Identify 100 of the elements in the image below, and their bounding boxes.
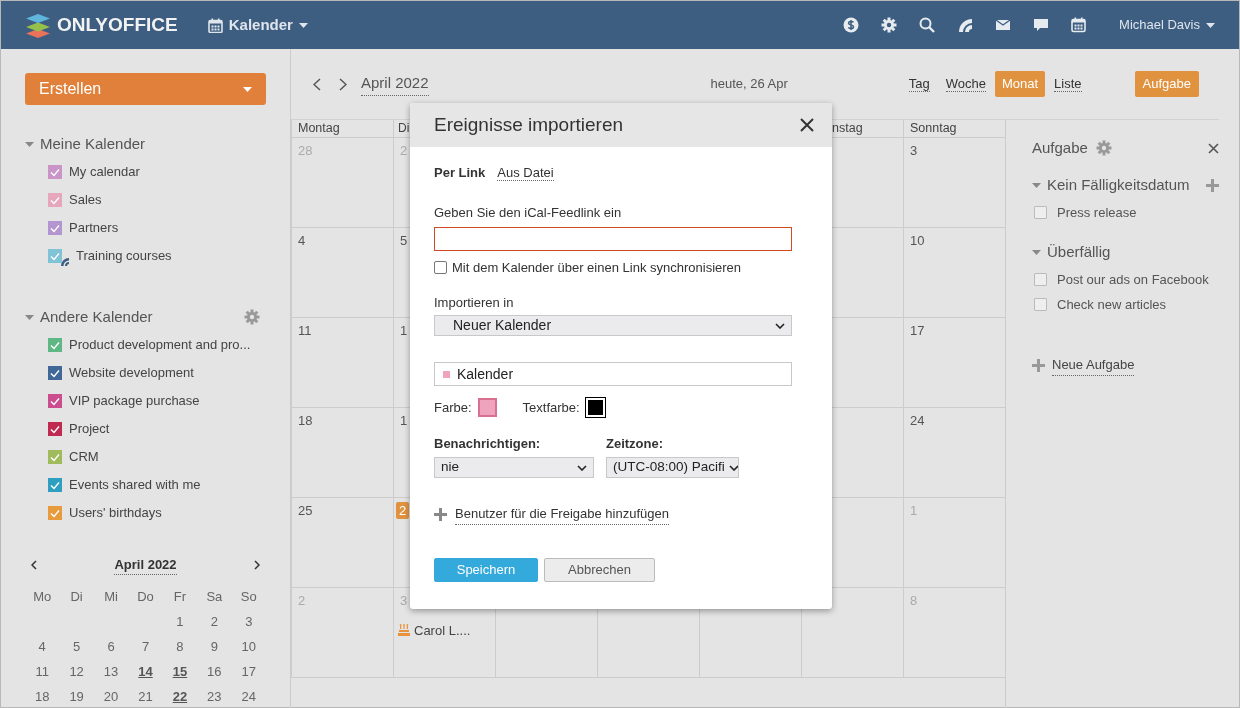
url-input-field[interactable] — [434, 227, 792, 251]
view-tab[interactable]: Tag — [901, 71, 937, 97]
task-checkbox[interactable] — [1034, 206, 1047, 219]
dialog-tab[interactable]: Aus Datei — [497, 165, 554, 180]
chevron-left-icon[interactable] — [313, 77, 321, 91]
calendar-name[interactable]: My calendar — [69, 162, 140, 182]
day-cell[interactable]: 17 — [903, 318, 1005, 408]
add-icon[interactable] — [1032, 358, 1045, 372]
new-task-link[interactable]: Neue Aufgabe — [1052, 355, 1135, 376]
mini-day[interactable]: 23 — [207, 689, 222, 704]
search-icon[interactable] — [919, 17, 936, 33]
caret-down-icon[interactable] — [25, 139, 34, 149]
calendar-name[interactable]: Sales — [69, 190, 102, 210]
view-tab[interactable]: Liste — [1047, 71, 1089, 97]
calendar-checkbox[interactable] — [48, 338, 62, 352]
mini-day[interactable]: 3 — [245, 614, 253, 629]
checkbox-label[interactable]: Mit dem Kalender über einen Link synchronisieren — [452, 258, 742, 278]
mini-day[interactable]: 2 — [210, 614, 218, 629]
view-tab[interactable]: Woche — [938, 71, 993, 97]
mini-day[interactable]: 1 — [176, 614, 184, 629]
mini-day[interactable]: 14 — [138, 664, 153, 679]
close-icon[interactable] — [800, 118, 814, 132]
day-cell[interactable]: 18 — [291, 408, 393, 498]
day-number[interactable]: 5 — [400, 233, 408, 248]
caret-down-icon[interactable] — [25, 312, 34, 322]
mini-day[interactable]: 21 — [138, 689, 153, 704]
caret-down-icon[interactable] — [1032, 247, 1041, 257]
mini-day[interactable]: 18 — [34, 689, 50, 704]
mini-day[interactable]: 22 — [172, 689, 188, 704]
mini-day[interactable]: 10 — [241, 639, 256, 654]
add-icon[interactable] — [1206, 178, 1219, 192]
today-link[interactable]: heute, 26 Apr — [598, 74, 900, 94]
mini-day[interactable]: 7 — [141, 639, 150, 654]
calendar-checkbox[interactable] — [48, 478, 62, 492]
group-title[interactable]: Kein Fälligkeitsdatum — [1047, 173, 1190, 197]
mini-day[interactable]: 11 — [35, 664, 49, 679]
event-title[interactable]: Carol L.... — [414, 620, 471, 640]
task-label[interactable]: Check new articles — [1057, 294, 1167, 315]
day-cell[interactable]: 10 — [903, 228, 1005, 318]
module-menu[interactable]: Kalender — [207, 13, 308, 37]
mini-day[interactable]: 6 — [107, 639, 115, 654]
mini-day[interactable]: 4 — [38, 639, 46, 654]
task-checkbox[interactable] — [1034, 273, 1047, 286]
calendar-name[interactable]: Events shared with me — [69, 475, 201, 495]
calendar-checkbox[interactable] — [48, 221, 62, 235]
day-cell[interactable]: 4 — [291, 228, 393, 318]
mini-day[interactable]: 12 — [69, 664, 84, 679]
day-number[interactable]: 24 — [910, 413, 925, 428]
add-icon[interactable] — [434, 507, 447, 521]
day-number[interactable]: 11 — [298, 323, 312, 338]
color-swatch[interactable] — [477, 398, 497, 418]
dialog-tab[interactable]: Per Link — [434, 165, 486, 180]
calendar-checkbox[interactable] — [48, 450, 62, 464]
mini-day[interactable]: 15 — [172, 664, 188, 679]
calendar-name[interactable]: Training courses — [76, 246, 172, 266]
mini-day[interactable]: 8 — [176, 639, 184, 654]
task-label[interactable]: Post our ads on Facebook — [1057, 269, 1209, 290]
sync-checkbox[interactable] — [434, 261, 447, 275]
calendar-checkbox[interactable] — [48, 506, 62, 520]
calendar-icon[interactable] — [1071, 17, 1088, 33]
day-number[interactable]: 3 — [910, 143, 918, 158]
day-cell[interactable]: 3 — [903, 138, 1005, 228]
chat-icon[interactable] — [1033, 17, 1050, 33]
select-field[interactable]: nie — [434, 457, 594, 478]
calendar-checkbox[interactable] — [48, 394, 62, 408]
group-title[interactable]: Überfällig — [1047, 240, 1111, 264]
calendar-name[interactable]: Users' birthdays — [69, 503, 162, 523]
mini-day[interactable]: 20 — [103, 689, 119, 704]
calendar-name-field[interactable]: Kalender — [434, 362, 792, 386]
mini-day[interactable]: 24 — [241, 689, 256, 704]
calendar-name[interactable]: Product development and pro... — [69, 335, 251, 355]
chevron-right-icon[interactable] — [254, 560, 260, 570]
day-number[interactable]: 17 — [910, 323, 925, 338]
close-icon[interactable] — [1208, 142, 1219, 154]
day-cell[interactable]: 11 — [291, 318, 393, 408]
mini-day[interactable]: 17 — [241, 664, 256, 679]
mini-day[interactable]: 5 — [73, 639, 81, 654]
calendar-checkbox[interactable] — [48, 193, 62, 207]
task-label[interactable]: Press release — [1057, 202, 1137, 223]
user-menu[interactable]: Michael Davis — [1119, 15, 1215, 35]
calendar-name[interactable]: VIP package purchase — [69, 391, 200, 411]
month-title[interactable]: April 2022 — [114, 554, 177, 576]
mini-day[interactable]: 19 — [69, 689, 84, 704]
import-select[interactable]: Neuer Kalender — [434, 315, 792, 336]
payment-icon[interactable] — [843, 17, 860, 33]
section-title[interactable]: Meine Kalender — [40, 132, 146, 156]
period-title[interactable]: April 2022 — [361, 72, 429, 96]
calendar-name[interactable]: Project — [69, 419, 110, 439]
caret-down-icon[interactable] — [1032, 180, 1041, 190]
chevron-left-icon[interactable] — [31, 560, 37, 570]
calendar-checkbox[interactable] — [48, 422, 62, 436]
settings-icon[interactable] — [881, 17, 898, 33]
select-field[interactable]: (UTC-08:00) Pacifi — [606, 457, 739, 478]
calendar-checkbox[interactable] — [48, 249, 62, 263]
task-checkbox[interactable] — [1034, 298, 1047, 311]
cancel-button[interactable]: Abbrechen — [544, 557, 655, 582]
mini-day[interactable]: 13 — [103, 664, 119, 679]
day-cell[interactable]: 24 — [903, 408, 1005, 498]
chevron-right-icon[interactable] — [339, 77, 347, 91]
section-title[interactable]: Andere Kalender — [40, 305, 153, 329]
